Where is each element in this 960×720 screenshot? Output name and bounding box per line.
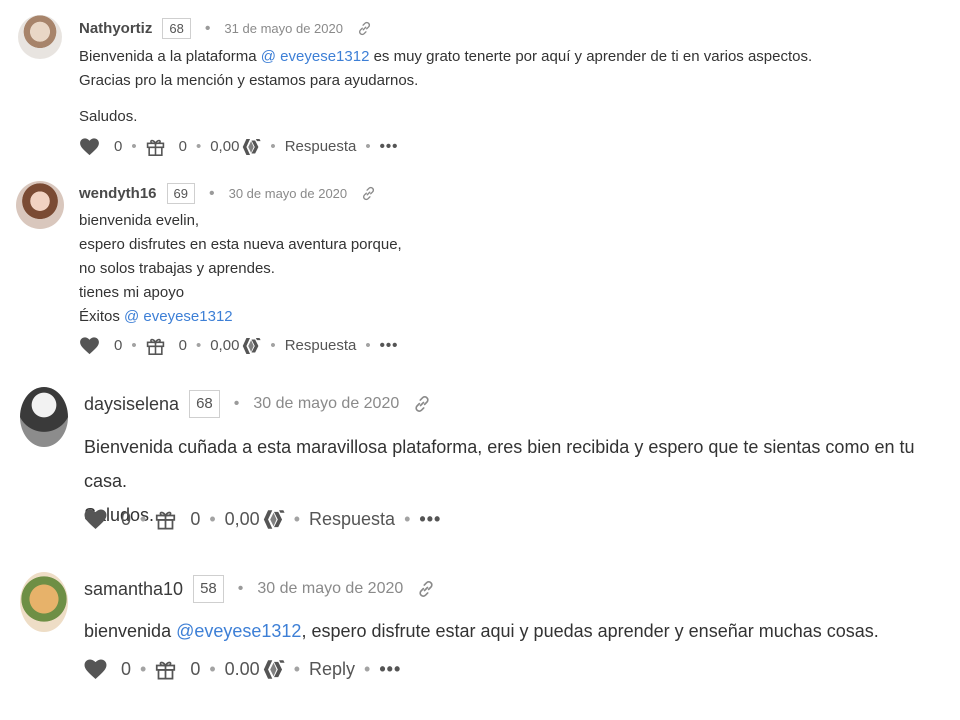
heart-icon[interactable] [84,509,107,530]
comment-actions: 0 • 0 • 0,00 • Respuesta • ••• [84,508,441,530]
gift-icon[interactable] [155,508,176,530]
gift-count: 0 [190,508,201,529]
user-mention-link[interactable]: @ eveyese1312 [124,308,233,325]
reputation-badge: 68 [162,18,191,39]
reply-button[interactable]: Reply [309,659,355,680]
reputation-badge: 68 [189,390,220,418]
payout-value: 0,00 [224,508,260,529]
payout-value: 0,00 [210,138,240,155]
reply-button[interactable]: Respuesta [309,509,395,530]
comment-body: Bienvenida a la plataforma @ eveyese1312… [79,48,813,125]
more-icon[interactable]: ••• [380,337,399,354]
link-icon[interactable] [361,186,376,201]
avatar[interactable] [20,572,68,632]
gift-icon[interactable] [146,336,165,355]
comment-date[interactable]: 30 de mayo de 2020 [253,395,399,413]
reply-button[interactable]: Respuesta [285,337,357,354]
gift-icon[interactable] [146,137,165,156]
username[interactable]: Nathyortiz [79,20,152,37]
more-icon[interactable]: ••• [380,138,399,155]
avatar[interactable] [20,387,68,447]
gift-icon[interactable] [155,658,176,680]
hive-icon [242,139,261,155]
user-mention-link[interactable]: @eveyese1312 [176,621,301,641]
vote-count: 0 [121,508,132,529]
gift-count: 0 [178,138,187,155]
hive-icon [263,510,285,529]
separator: • [204,19,211,37]
reputation-badge: 69 [166,183,195,204]
gift-count: 0 [190,658,201,679]
username[interactable]: samantha10 [84,579,183,600]
reply-button[interactable]: Respuesta [285,138,357,155]
heart-icon[interactable] [84,659,107,680]
gift-count: 0 [178,337,187,354]
link-icon[interactable] [417,580,435,598]
heart-icon[interactable] [79,337,100,355]
comment-actions: 0 • 0 • 0,00 • Respuesta • ••• [79,336,398,355]
comment-date[interactable]: 30 de mayo de 2020 [229,186,348,201]
comment-date[interactable]: 30 de mayo de 2020 [257,580,403,598]
payout-value: 0.00 [224,658,260,679]
link-icon[interactable] [357,21,372,36]
avatar[interactable] [16,181,64,229]
hive-icon [242,338,261,354]
separator: • [233,395,240,412]
username[interactable]: daysiselena [84,394,179,415]
more-icon[interactable]: ••• [419,509,441,530]
username[interactable]: wendyth16 [79,185,157,202]
more-icon[interactable]: ••• [379,659,401,680]
user-mention-link[interactable]: @ eveyese1312 [261,48,370,65]
separator: • [209,184,215,202]
comment-body: bienvenida evelin, espero disfrutes en e… [79,212,402,325]
comment-body: bienvenida @eveyese1312, espero disfrute… [84,621,879,641]
separator: • [237,580,244,597]
link-icon[interactable] [413,395,431,413]
hive-icon [263,660,285,679]
vote-count: 0 [121,658,132,679]
comment-actions: 0 • 0 • 0.00 • Reply • ••• [84,658,401,680]
avatar[interactable] [18,15,62,59]
payout-value: 0,00 [210,337,240,354]
vote-count: 0 [114,138,123,155]
comment-actions: 0 • 0 • 0,00 • Respuesta • ••• [79,137,398,156]
reputation-badge: 58 [193,575,224,603]
vote-count: 0 [114,337,123,354]
heart-icon[interactable] [79,138,100,156]
comment-date[interactable]: 31 de mayo de 2020 [224,21,343,36]
